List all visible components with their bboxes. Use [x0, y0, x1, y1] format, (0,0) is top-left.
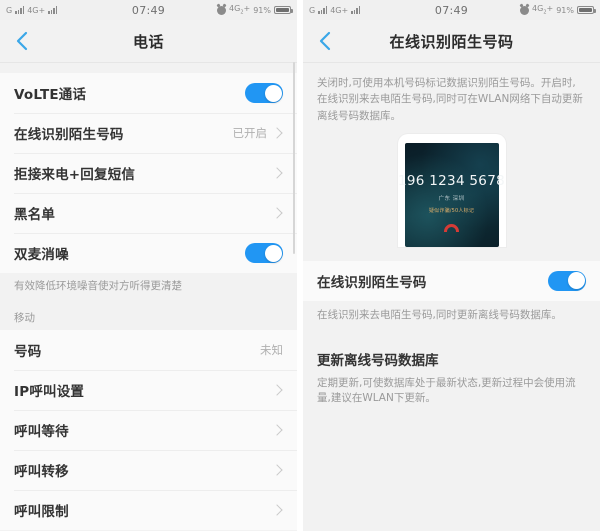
settings-list-mobile: 号码 未知 IP呼叫设置 呼叫等待 呼叫转移 呼叫限制	[0, 330, 297, 531]
row-label: 黑名单	[14, 207, 56, 223]
row-control	[271, 464, 283, 476]
battery-icon	[577, 6, 596, 14]
page-title-left: 电话	[132, 32, 164, 51]
row-control: 已开启	[233, 125, 284, 141]
row-label: IP呼叫设置	[14, 384, 85, 401]
row-label: 在线识别陌生号码	[317, 274, 427, 291]
group-title-mobile: 移动	[0, 301, 297, 331]
row-label: 呼叫等待	[14, 424, 69, 441]
row-value: 未知	[260, 343, 283, 358]
page-title-right: 在线识别陌生号码	[389, 32, 514, 51]
chevron-right-icon	[271, 127, 283, 139]
row-value: 已开启	[232, 126, 268, 140]
dual-screenshot-stage: G 4G+ 07:49 4G2+ 91% 电话 VoLTE通话 在线识别陌生号码…	[0, 0, 600, 531]
incoming-call-location: 广东 深圳	[438, 195, 465, 202]
hangup-phone-icon	[444, 223, 459, 232]
row-volte-call[interactable]: VoLTE通话	[0, 73, 297, 113]
row-label: 呼叫转移	[14, 464, 69, 481]
chevron-right-icon	[271, 207, 283, 219]
row-ip-call-settings[interactable]: IP呼叫设置	[0, 370, 297, 411]
phone-illustration: 196 1234 5678 广东 深圳 疑似诈骗/50人标记	[303, 133, 600, 261]
back-button-right[interactable]	[303, 31, 347, 51]
status-bar-right-group: 4G2+ 91%	[217, 4, 293, 16]
row-blacklist[interactable]: 黑名单	[0, 193, 297, 233]
row-call-barring[interactable]: 呼叫限制	[0, 490, 297, 531]
row-call-waiting[interactable]: 呼叫等待	[0, 410, 297, 451]
row-control	[271, 167, 283, 179]
scrollbar-left[interactable]	[293, 62, 295, 254]
row-label: 拒接来电+回复短信	[14, 167, 136, 183]
row-online-identify-unknown-number[interactable]: 在线识别陌生号码 已开启	[0, 113, 297, 153]
row-label: 双麦消噪	[14, 247, 69, 263]
chevron-left-icon	[319, 31, 331, 51]
incoming-call-mark-tag: 疑似诈骗/50人标记	[428, 207, 475, 214]
volte-toggle[interactable]	[245, 83, 283, 103]
row-label: VoLTE通话	[14, 87, 87, 103]
row-number[interactable]: 号码 未知	[0, 330, 297, 371]
feature-description: 关闭时,可使用本机号码标记数据识别陌生号码。开启时,在线识别来去电陌生号码,同时…	[303, 63, 600, 134]
settings-list-right: 在线识别陌生号码	[303, 260, 600, 301]
battery-percent-label: 91%	[556, 5, 574, 15]
network-right-label: 4G2+	[229, 4, 251, 16]
settings-list-primary: VoLTE通话 在线识别陌生号码 已开启 拒接来电+回复短信 黑名单 双麦消噪	[0, 73, 297, 273]
settings-scroll-area-left[interactable]: VoLTE通话 在线识别陌生号码 已开启 拒接来电+回复短信 黑名单 双麦消噪 …	[0, 63, 297, 531]
update-offline-db-note: 定期更新,可使数据库处于最新状态,更新过程中会使用流量,建议在WLAN下更新。	[303, 369, 600, 419]
incoming-call-number: 196 1234 5678	[398, 172, 505, 189]
battery-icon	[274, 6, 293, 14]
network-right-label: 4G2+	[532, 4, 554, 16]
chevron-right-icon	[271, 464, 283, 476]
status-bar-right: G 4G+ 07:49 4G2+ 91%	[303, 0, 600, 20]
alarm-clock-icon	[520, 5, 530, 15]
row-control	[271, 424, 283, 436]
chevron-right-icon	[271, 167, 283, 179]
right-phone-screenshot: G 4G+ 07:49 4G2+ 91% 在线识别陌生号码 关闭时,可使用本机号…	[303, 0, 600, 531]
alarm-clock-icon	[217, 5, 227, 15]
row-control	[271, 504, 283, 516]
chevron-right-icon	[271, 504, 283, 516]
dual-mic-toggle[interactable]	[245, 243, 283, 263]
row-dual-mic-noise-reduction[interactable]: 双麦消噪	[0, 233, 297, 273]
row-control	[271, 384, 283, 396]
row-online-identify-toggle[interactable]: 在线识别陌生号码	[303, 260, 600, 301]
chevron-left-icon	[16, 31, 28, 51]
row-label: 在线识别陌生号码	[14, 127, 124, 143]
row-call-forwarding[interactable]: 呼叫转移	[0, 450, 297, 491]
chevron-right-icon	[271, 424, 283, 436]
app-bar-left: 电话	[0, 20, 297, 63]
row-control	[245, 243, 283, 263]
row-label: 呼叫限制	[14, 504, 69, 521]
dual-mic-footnote: 有效降低环境噪音使对方听得更清楚	[0, 273, 297, 302]
row-reject-call-reply-sms[interactable]: 拒接来电+回复短信	[0, 153, 297, 193]
row-control	[548, 270, 586, 291]
detail-scroll-area-right[interactable]: 关闭时,可使用本机号码标记数据识别陌生号码。开启时,在线识别来去电陌生号码,同时…	[303, 63, 600, 531]
row-control	[245, 83, 283, 103]
top-spacer	[0, 63, 297, 73]
online-identify-note: 在线识别来去电陌生号码,同时更新离线号码数据库。	[303, 300, 600, 336]
app-bar-right: 在线识别陌生号码	[303, 20, 600, 63]
status-bar-right-group: 4G2+ 91%	[520, 4, 596, 16]
back-button-left[interactable]	[0, 31, 44, 51]
update-offline-db-heading: 更新离线号码数据库	[303, 335, 600, 370]
online-identify-toggle[interactable]	[548, 270, 586, 291]
row-control	[271, 207, 283, 219]
chevron-right-icon	[271, 384, 283, 396]
bottom-filler	[303, 418, 600, 531]
left-phone-screenshot: G 4G+ 07:49 4G2+ 91% 电话 VoLTE通话 在线识别陌生号码…	[0, 0, 297, 531]
phone-mockup-frame: 196 1234 5678 广东 深圳 疑似诈骗/50人标记	[397, 133, 506, 247]
row-label: 号码	[14, 344, 42, 361]
battery-percent-label: 91%	[253, 5, 271, 15]
row-control: 未知	[260, 342, 283, 358]
status-bar-left: G 4G+ 07:49 4G2+ 91%	[0, 0, 297, 20]
incoming-call-screen: 196 1234 5678 广东 深圳 疑似诈骗/50人标记	[398, 143, 505, 247]
